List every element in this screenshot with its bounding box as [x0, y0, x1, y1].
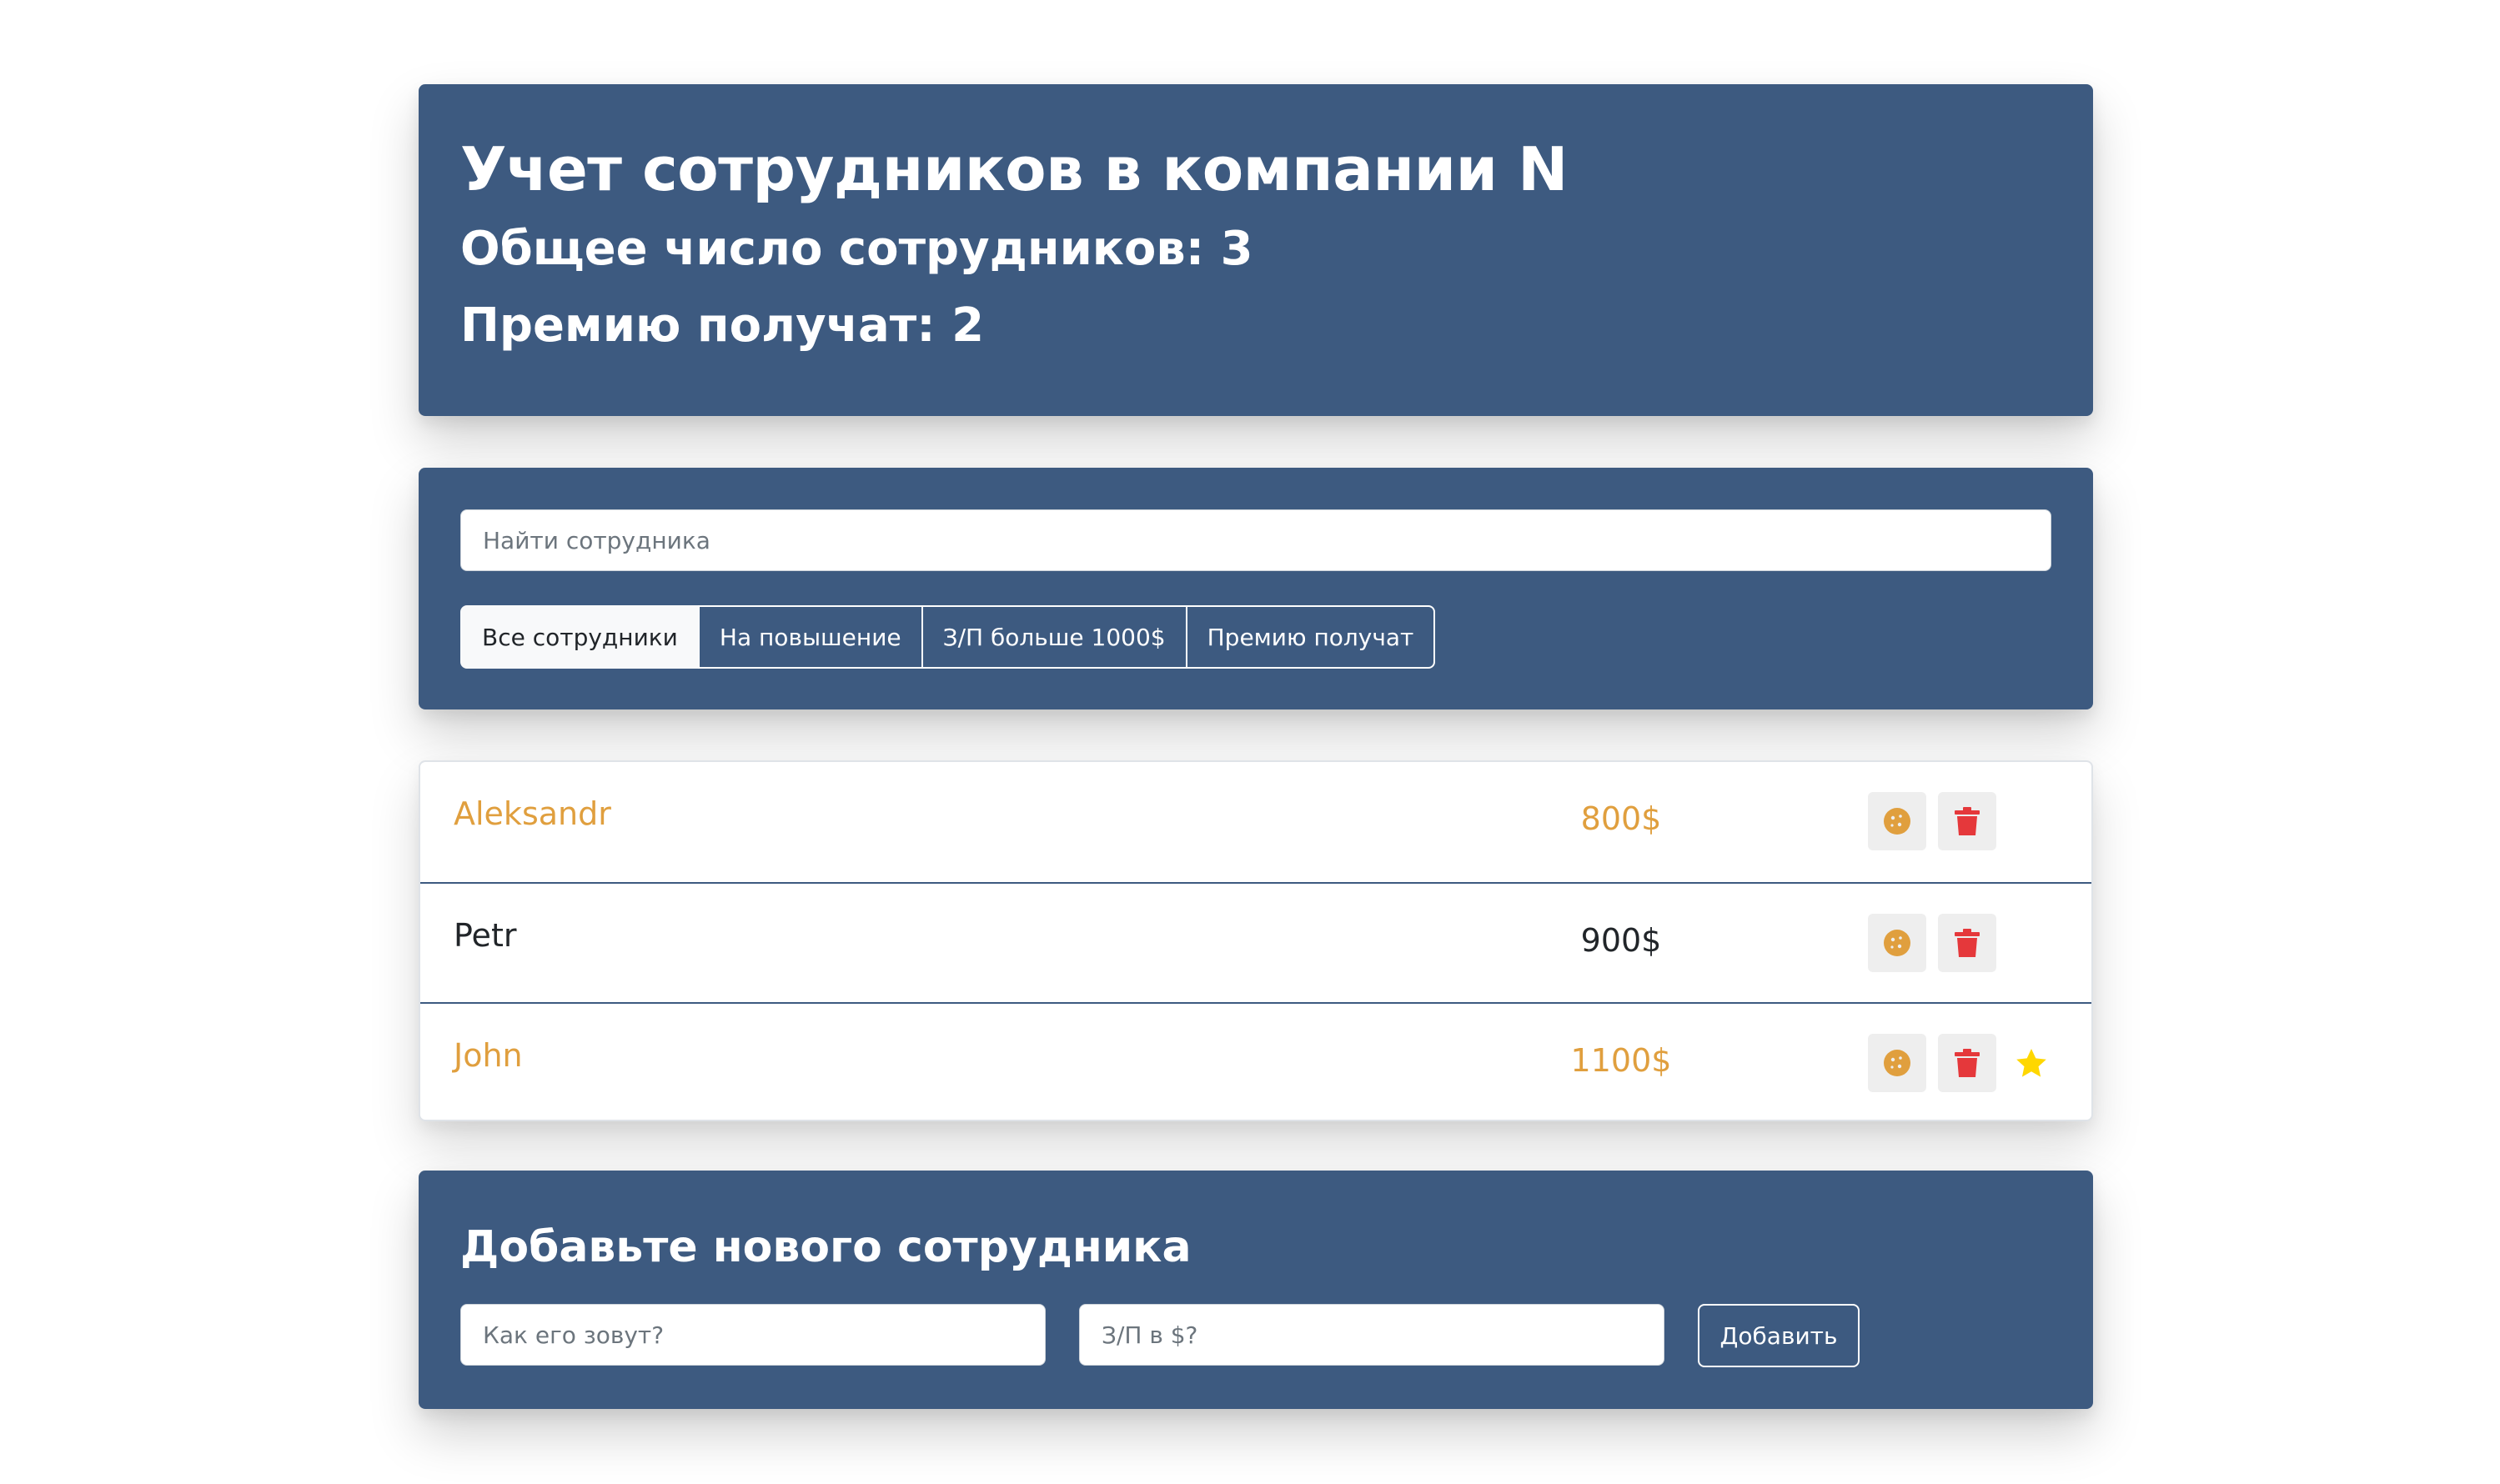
filter-salary-over-1000-button[interactable]: З/П больше 1000$ — [921, 605, 1187, 669]
app-info-panel: Учет сотрудников в компании N Общее числ… — [419, 84, 2093, 416]
cookie-icon — [1884, 808, 1910, 835]
employee-name[interactable]: John — [454, 1034, 523, 1077]
employee-row: Aleksandr 800$ — [420, 762, 2091, 882]
trash-icon — [1955, 1049, 1980, 1077]
search-panel: Все сотрудники На повышение З/П больше 1… — [419, 468, 2093, 709]
employee-row: Petr 900$ — [420, 882, 2091, 1002]
filter-increase-button[interactable]: На повышение — [697, 605, 923, 669]
search-input[interactable] — [460, 509, 2051, 571]
cookie-icon — [1884, 1050, 1910, 1076]
employee-list: Aleksandr 800$ Petr 900$ John 1100$ — [419, 760, 2093, 1121]
employee-salary-input[interactable] — [1079, 1304, 1664, 1366]
page-title: Учет сотрудников в компании N — [460, 134, 1568, 204]
trash-icon — [1955, 929, 1980, 957]
add-employee-title: Добавьте нового сотрудника — [460, 1222, 1192, 1272]
employee-row: John 1100$ — [420, 1002, 2091, 1120]
filter-all-button[interactable]: Все сотрудники — [460, 605, 700, 669]
toggle-increase-button[interactable] — [1868, 792, 1926, 850]
employee-name[interactable]: Petr — [454, 914, 516, 957]
delete-employee-button[interactable] — [1938, 914, 1996, 972]
bonus-employees-count: Премию получат: 2 — [460, 298, 985, 353]
employee-salary[interactable]: 900$ — [1538, 919, 1704, 962]
trash-icon — [1955, 807, 1980, 835]
toggle-increase-button[interactable] — [1868, 1034, 1926, 1092]
filter-bonus-button[interactable]: Премию получат — [1185, 605, 1436, 669]
employee-name-input[interactable] — [460, 1304, 1046, 1366]
toggle-increase-button[interactable] — [1868, 914, 1926, 972]
filter-button-group: Все сотрудники На повышение З/П больше 1… — [460, 605, 1436, 669]
delete-employee-button[interactable] — [1938, 1034, 1996, 1092]
total-employees-count: Общее число сотрудников: 3 — [460, 222, 1253, 276]
add-employee-button[interactable]: Добавить — [1698, 1304, 1860, 1367]
employee-salary[interactable]: 1100$ — [1538, 1039, 1704, 1082]
add-employee-panel: Добавьте нового сотрудника Добавить — [419, 1171, 2093, 1409]
employee-name[interactable]: Aleksandr — [454, 792, 611, 835]
delete-employee-button[interactable] — [1938, 792, 1996, 850]
cookie-icon — [1884, 930, 1910, 956]
star-icon — [2016, 1049, 2046, 1077]
employee-salary[interactable]: 800$ — [1538, 797, 1704, 840]
